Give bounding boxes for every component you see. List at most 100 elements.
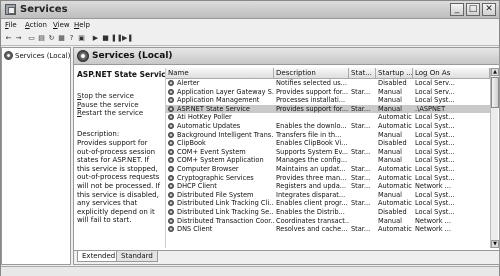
- service-startup-cell: Automatic: [378, 182, 412, 191]
- table-row[interactable]: Distributed Transaction Coor... Coordinat…: [166, 217, 490, 225]
- column-header-startup[interactable]: Startup ...: [376, 68, 413, 79]
- properties-icon[interactable]: ▣: [77, 34, 86, 43]
- service-status-cell: Star...: [351, 104, 371, 113]
- gear-icon: [168, 226, 174, 233]
- restart-service-link[interactable]: Restart the service: [77, 109, 162, 118]
- refresh-icon[interactable]: ↻: [47, 34, 56, 43]
- table-row[interactable]: Computer Browser Maintains an updat... Sta…: [166, 165, 490, 173]
- forward-arrow-icon[interactable]: →: [14, 34, 23, 43]
- gear-icon: [168, 166, 174, 172]
- service-startup-cell: Disabled: [378, 79, 407, 87]
- menu-help[interactable]: Help: [74, 21, 90, 29]
- table-row[interactable]: Background Intelligent Trans... Transfers…: [166, 131, 490, 139]
- gear-icon: [168, 217, 174, 224]
- service-name-cell: DNS Client: [177, 225, 213, 234]
- menu-action[interactable]: Action: [25, 21, 47, 29]
- table-row[interactable]: Distributed Link Tracking Cli... Enables …: [166, 199, 490, 207]
- service-logon-cell: Local Syst...: [415, 156, 455, 165]
- table-row[interactable]: ASP.NET State Service Provides support fo…: [166, 104, 490, 114]
- table-row[interactable]: Distributed File System Integrates dispar…: [166, 191, 490, 199]
- tree-item-label: Services (Local): [15, 51, 71, 60]
- service-status-cell: Star...: [351, 122, 371, 130]
- service-description-cell: Supports System Ev...: [276, 147, 349, 156]
- scroll-thumb[interactable]: [491, 77, 499, 108]
- restart-service-icon[interactable]: ▶❚: [122, 34, 133, 43]
- gear-icon: [168, 131, 174, 138]
- details-pane: Services (Local) ASP.NET State Service S…: [73, 47, 500, 265]
- services-window: Services _ □ ✕ File Action View Help ← →…: [0, 0, 500, 276]
- service-name-cell: Distributed File System: [177, 190, 254, 199]
- service-startup-cell: Manual: [378, 96, 402, 105]
- column-header-logon[interactable]: Log On As: [413, 68, 490, 79]
- column-header-description[interactable]: Description: [274, 68, 349, 79]
- table-row[interactable]: Distributed Link Tracking Se... Enables t…: [166, 208, 490, 216]
- column-header-status[interactable]: Stat...: [349, 68, 376, 79]
- export-list-icon[interactable]: ▦: [57, 34, 66, 43]
- console-tree-icon[interactable]: ▭: [27, 34, 36, 43]
- tree-item-services-local[interactable]: Services (Local): [4, 51, 70, 60]
- service-logon-cell: Local Syst...: [415, 113, 455, 122]
- menu-bar: File Action View Help: [1, 20, 499, 32]
- service-name-cell: Computer Browser: [177, 165, 239, 173]
- table-row[interactable]: Ati HotKey Poller Automatic Local Syst...: [166, 113, 490, 121]
- service-status-cell: Star...: [351, 165, 371, 173]
- gear-icon: [168, 123, 174, 129]
- window-title: Services: [20, 4, 68, 15]
- table-row[interactable]: DNS Client Resolves and cache... Star... Au…: [166, 225, 490, 233]
- service-startup-cell: Automatic: [378, 173, 412, 182]
- service-logon-cell: Local Syst...: [415, 122, 455, 130]
- pause-service-icon[interactable]: ❚❚: [111, 34, 123, 43]
- tab-extended[interactable]: Extended: [77, 251, 121, 262]
- service-logon-cell: Network ...: [415, 216, 451, 225]
- gear-icon: [168, 174, 174, 181]
- table-row[interactable]: Alerter Notifies selected us... Disabled Lo…: [166, 79, 490, 87]
- scroll-down-icon[interactable]: ▼: [491, 240, 499, 248]
- table-row[interactable]: Automatic Updates Enables the downlo... St…: [166, 122, 490, 130]
- table-row[interactable]: ClipBook Enables ClipBook Vi... Disabled Lo…: [166, 139, 490, 147]
- pane-header: Services (Local): [74, 48, 499, 65]
- service-startup-cell: Automatic: [378, 225, 412, 234]
- service-logon-cell: Local Syst...: [415, 139, 455, 148]
- gear-icon: [168, 148, 174, 155]
- stop-service-icon[interactable]: ■: [101, 34, 110, 43]
- service-startup-cell: Automatic: [378, 122, 412, 130]
- vertical-scrollbar[interactable]: ▲ ▼: [490, 68, 499, 248]
- service-status-cell: Star...: [351, 87, 371, 96]
- service-name-cell: DHCP Client: [177, 182, 217, 191]
- pane-title: Services (Local): [92, 51, 173, 61]
- service-name-cell: ASP.NET State Service: [177, 104, 250, 113]
- service-name-cell: ClipBook: [177, 139, 206, 148]
- help-icon[interactable]: ?: [67, 34, 76, 43]
- scroll-up-icon[interactable]: ▲: [491, 68, 499, 76]
- minimize-button[interactable]: _: [450, 3, 464, 16]
- table-row[interactable]: Application Management Processes installa…: [166, 96, 490, 104]
- service-logon-cell: Local Serv...: [415, 87, 455, 96]
- start-service-icon[interactable]: ▶: [91, 34, 100, 43]
- title-bar[interactable]: Services _ □ ✕: [1, 1, 499, 19]
- service-description-cell: Enables client progr...: [276, 199, 348, 208]
- table-row[interactable]: Cryptographic Services Provides three man…: [166, 174, 490, 182]
- back-arrow-icon[interactable]: ←: [4, 34, 13, 43]
- table-row[interactable]: COM+ System Application Manages the confi…: [166, 156, 490, 164]
- menu-file[interactable]: File: [5, 21, 17, 29]
- stop-service-link[interactable]: Stop the service: [77, 92, 162, 101]
- service-name-cell: COM+ Event System: [177, 147, 246, 156]
- table-row[interactable]: COM+ Event System Supports System Ev... St…: [166, 148, 490, 156]
- maximize-button[interactable]: □: [466, 3, 480, 16]
- service-startup-cell: Manual: [378, 216, 402, 225]
- service-status-cell: Star...: [351, 173, 371, 182]
- service-description-cell: Maintains an updat...: [276, 165, 346, 173]
- up-level-icon[interactable]: ▤: [37, 34, 46, 43]
- close-button[interactable]: ✕: [482, 3, 496, 16]
- table-row[interactable]: Application Layer Gateway S... Provides s…: [166, 88, 490, 96]
- description-label: Description:: [77, 129, 120, 138]
- menu-view[interactable]: View: [53, 21, 70, 29]
- table-row[interactable]: DHCP Client Registers and upda... Star... A…: [166, 182, 490, 190]
- service-startup-cell: Manual: [378, 190, 402, 199]
- pause-service-link[interactable]: Pause the service: [77, 101, 162, 110]
- gear-icon: [168, 88, 174, 95]
- service-description-cell: Provides three man...: [276, 173, 347, 182]
- tab-standard[interactable]: Standard: [116, 251, 158, 262]
- service-logon-cell: .\ASPNET: [415, 104, 446, 113]
- column-header-name[interactable]: Name: [166, 68, 274, 79]
